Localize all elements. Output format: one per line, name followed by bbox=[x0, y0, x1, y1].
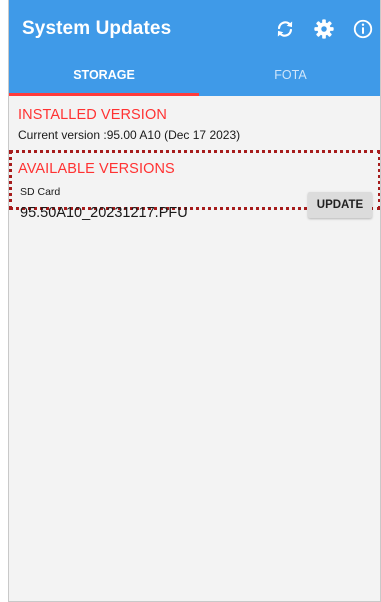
current-version-text: Current version :95.00 A10 (Dec 17 2023) bbox=[18, 128, 241, 142]
info-icon[interactable] bbox=[352, 18, 374, 40]
refresh-icon[interactable] bbox=[274, 18, 296, 40]
update-source-label: SD Card bbox=[20, 186, 61, 198]
update-file-name[interactable]: 95.50A10_20231217.PFU bbox=[20, 205, 188, 221]
installed-version-heading: INSTALLED VERSION bbox=[18, 107, 167, 123]
available-versions-heading: AVAILABLE VERSIONS bbox=[18, 161, 175, 177]
tab-storage[interactable]: STORAGE bbox=[9, 62, 199, 96]
tab-fota[interactable]: FOTA bbox=[199, 62, 380, 96]
update-button[interactable]: UPDATE bbox=[308, 192, 372, 218]
gear-icon[interactable] bbox=[313, 18, 335, 40]
app-bar: System Updates bbox=[9, 0, 380, 62]
system-updates-screen: System Updates STORAGE FOTA INSTALLED VE… bbox=[8, 0, 381, 602]
tab-bar: STORAGE FOTA bbox=[9, 62, 380, 96]
selected-tab-indicator bbox=[9, 93, 199, 96]
page-title: System Updates bbox=[22, 18, 172, 39]
